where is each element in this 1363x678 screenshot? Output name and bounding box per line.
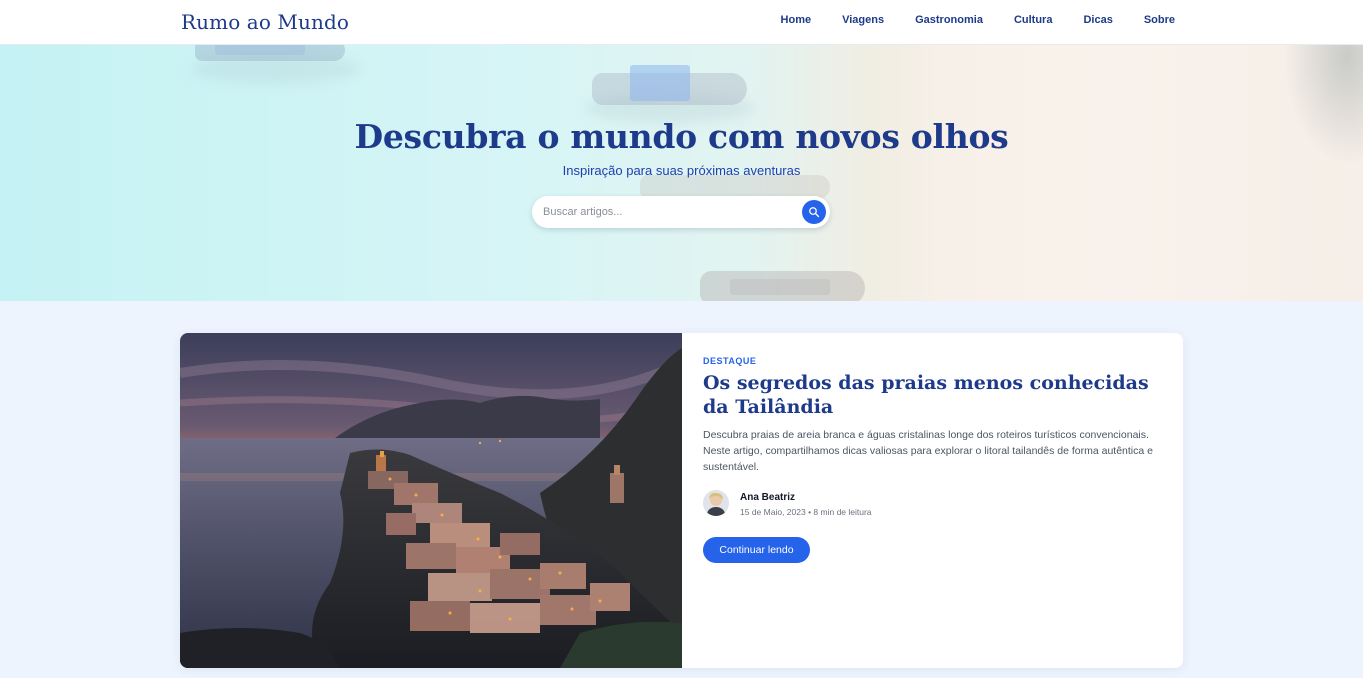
search-icon — [809, 207, 820, 218]
nav-viagens[interactable]: Viagens — [842, 14, 884, 26]
coastal-village-sunset-image — [180, 333, 682, 668]
search-button[interactable] — [802, 200, 826, 224]
nav-cultura[interactable]: Cultura — [1014, 14, 1053, 26]
hero-title: Descubra o mundo com novos olhos — [354, 117, 1009, 156]
read-time: 8 min de leitura — [813, 507, 872, 517]
continue-reading-button[interactable]: Continuar lendo — [703, 537, 810, 563]
author-avatar-image — [703, 490, 729, 516]
nav-dicas[interactable]: Dicas — [1083, 14, 1112, 26]
article-meta: 15 de Maio, 2023 • 8 min de leitura — [740, 507, 872, 517]
nav-home[interactable]: Home — [781, 14, 812, 26]
featured-article-card: DESTAQUE Os segredos das praias menos co… — [180, 333, 1183, 668]
article-date: 15 de Maio, 2023 — [740, 507, 806, 517]
nav-gastronomia[interactable]: Gastronomia — [915, 14, 983, 26]
hero-subtitle: Inspiração para suas próximas aventuras — [562, 163, 801, 178]
nav-sobre[interactable]: Sobre — [1144, 14, 1175, 26]
search-bar — [532, 196, 830, 228]
hero-section: Descubra o mundo com novos olhos Inspira… — [0, 45, 1363, 301]
site-header: Rumo ao Mundo Home Viagens Gastronomia C… — [0, 0, 1363, 45]
site-logo[interactable]: Rumo ao Mundo — [181, 10, 349, 34]
featured-article-title[interactable]: Os segredos das praias menos conhecidas … — [703, 371, 1153, 419]
main-nav: Home Viagens Gastronomia Cultura Dicas S… — [781, 14, 1175, 26]
author-info: Ana Beatriz 15 de Maio, 2023 • 8 min de … — [703, 490, 1003, 520]
search-input[interactable] — [543, 204, 793, 220]
featured-tag: DESTAQUE — [703, 356, 757, 366]
featured-article-image[interactable] — [180, 333, 682, 668]
avatar — [703, 490, 729, 516]
author-name: Ana Beatriz — [740, 492, 796, 503]
featured-article-excerpt: Descubra praias de areia branca e águas … — [703, 429, 1153, 473]
